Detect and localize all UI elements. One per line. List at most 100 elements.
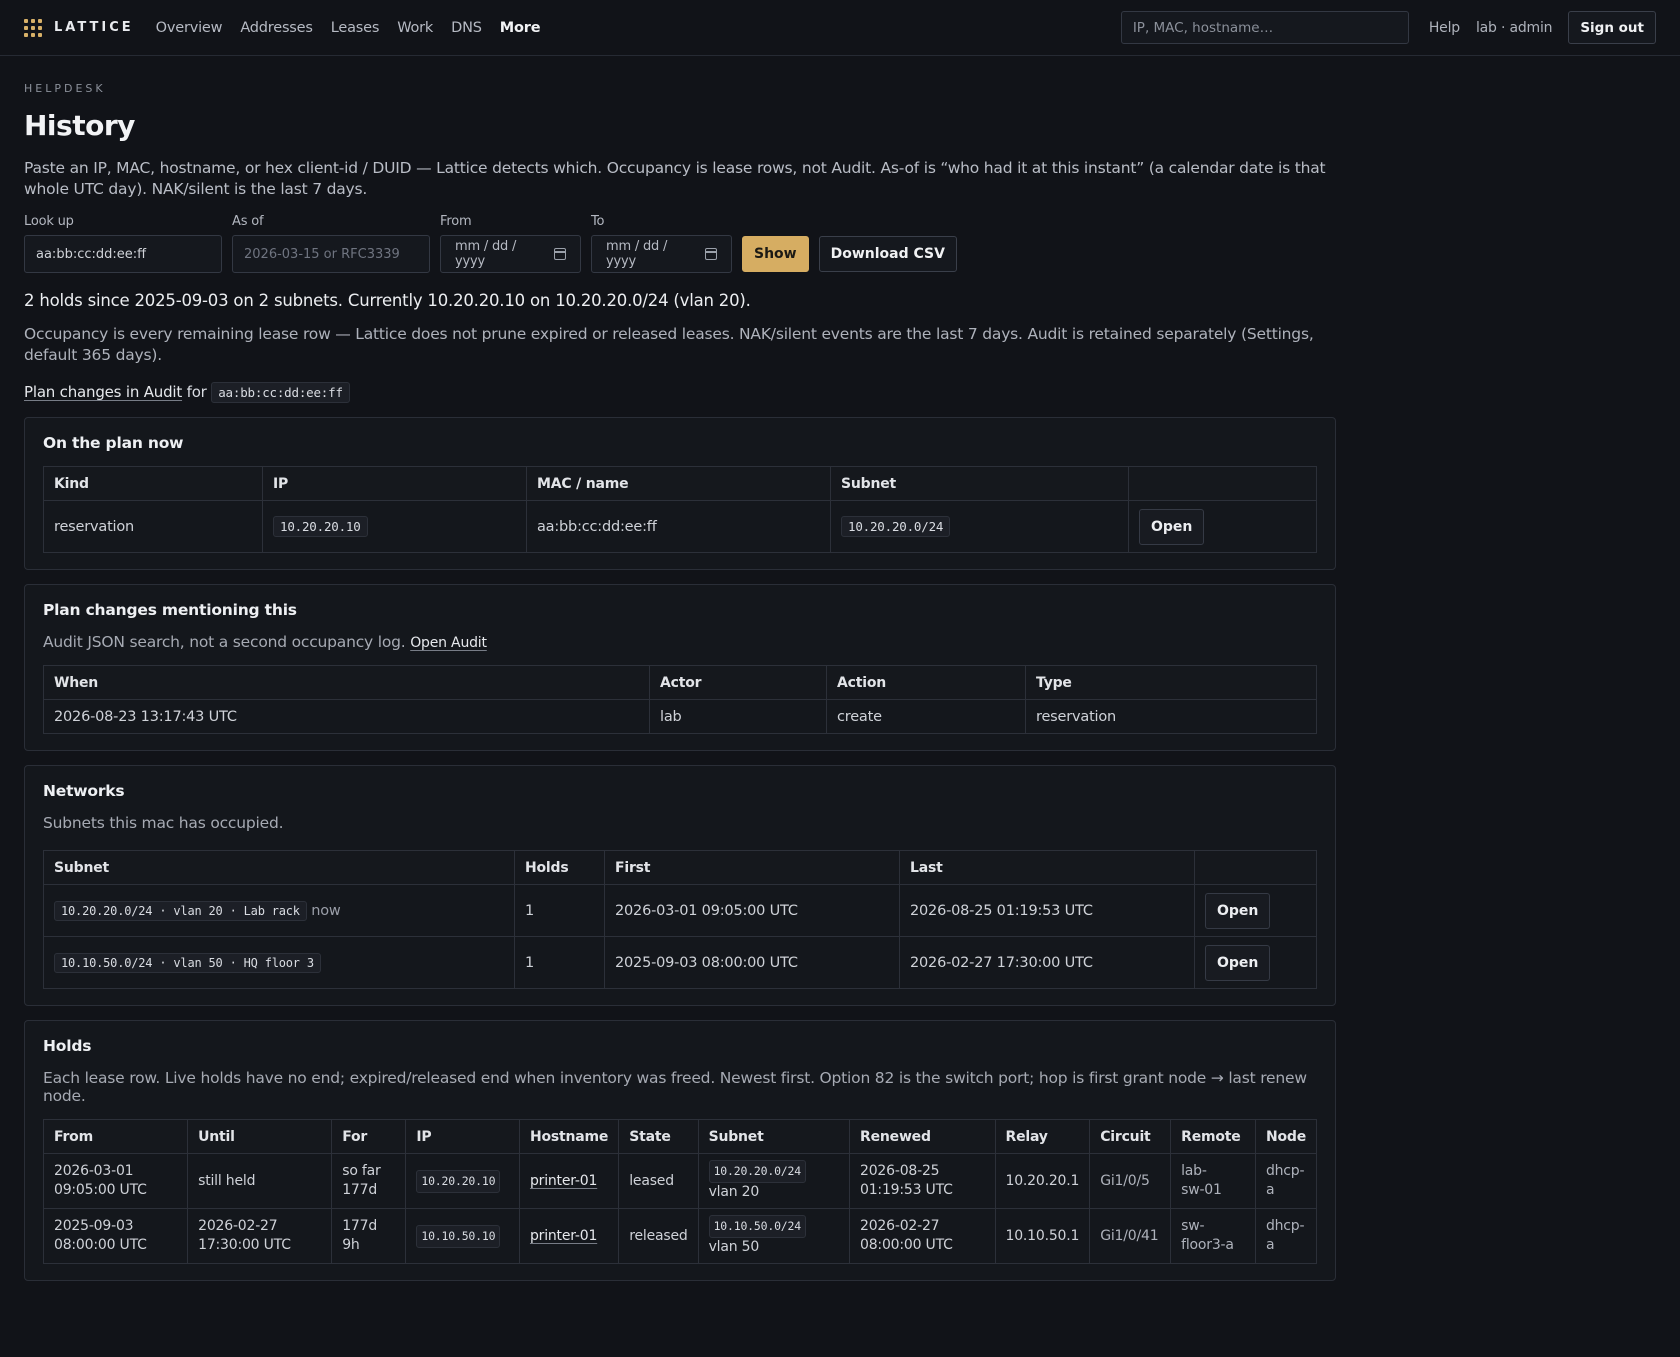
column-header: Action: [826, 665, 1026, 700]
from-group: From mm / dd / yyyy: [440, 214, 581, 273]
cell-action: create: [826, 699, 1026, 734]
nav-addresses[interactable]: Addresses: [240, 20, 313, 36]
column-header: Remote: [1170, 1119, 1256, 1154]
node-line1: dhcp-: [1265, 1218, 1305, 1234]
nav-leases[interactable]: Leases: [331, 20, 380, 36]
to-label: To: [591, 214, 605, 229]
lookup-form: Look up As of From mm / dd / yyyy To mm …: [24, 214, 1336, 273]
cell-type: reservation: [1025, 699, 1317, 734]
holds-table: From Until For IP Hostname State Subnet …: [42, 1119, 1318, 1264]
open-subnet-button[interactable]: Open: [1205, 892, 1271, 929]
vlan-label: vlan 20: [708, 1184, 760, 1200]
to-date-placeholder: mm / dd / yyyy: [606, 239, 668, 269]
show-button[interactable]: Show: [742, 236, 809, 272]
cell-action: Open: [1194, 884, 1317, 937]
asof-label: As of: [232, 214, 264, 229]
cell-renewed: 2026-02-27 08:00:00 UTC: [849, 1208, 996, 1264]
subnet-chip: 10.10.50.0/24: [708, 1215, 806, 1238]
cell-holds: 1: [514, 936, 605, 989]
remote-line1: sw-: [1181, 1218, 1205, 1234]
open-reservation-button[interactable]: Open: [1139, 508, 1205, 545]
column-header: Until: [187, 1119, 333, 1154]
brand[interactable]: LATTICE: [24, 18, 134, 37]
global-search-input[interactable]: [1120, 11, 1409, 44]
column-header: Subnet: [697, 1119, 851, 1154]
page-description: Paste an IP, MAC, hostname, or hex clien…: [24, 159, 1326, 198]
table-row: 10.10.50.0/24 · vlan 50 · HQ floor 3 1 2…: [43, 936, 1317, 989]
holds-card: Holds Each lease row. Live holds have no…: [24, 1020, 1336, 1281]
cell-state: released: [618, 1208, 699, 1264]
current-user: lab · admin: [1475, 19, 1553, 36]
cell-remote: lab-sw-01: [1170, 1153, 1256, 1209]
open-audit-link[interactable]: Open Audit: [410, 635, 487, 651]
nav-more[interactable]: More: [500, 20, 541, 36]
node-line1: dhcp-: [1265, 1163, 1305, 1179]
plan-now-card: On the plan now Kind IP MAC / name Subne…: [24, 417, 1336, 570]
from-date-input[interactable]: mm / dd / yyyy: [440, 235, 581, 273]
cell-hostname: printer-01: [518, 1153, 620, 1209]
cell-subnet: 10.10.50.0/24 vlan 50: [697, 1208, 851, 1264]
holds-subtitle: Each lease row. Live holds have no end; …: [43, 1069, 1307, 1105]
nav-work[interactable]: Work: [397, 20, 433, 36]
grid-logo-icon: [24, 18, 42, 37]
subnet-chip: 10.20.20.0/24 · vlan 20 · Lab rack: [54, 900, 307, 921]
cell-action: Open: [1194, 936, 1317, 989]
until-time: 17:30:00 UTC: [198, 1237, 291, 1253]
remote-line2: floor3-a: [1181, 1237, 1234, 1253]
cell-node: dhcp-a: [1254, 1208, 1318, 1264]
hostname-link[interactable]: printer-01: [530, 1228, 597, 1244]
cell-ip: 10.20.20.10: [405, 1153, 520, 1209]
renewed-date: 2026-08-25: [860, 1163, 940, 1179]
main-content: HELPDESK History Paste an IP, MAC, hostn…: [0, 82, 1360, 1281]
cell-relay: 10.20.20.1: [994, 1153, 1091, 1209]
for-line1: so far: [342, 1163, 381, 1179]
cell-renewed: 2026-08-25 01:19:53 UTC: [849, 1153, 996, 1209]
from-date-placeholder: mm / dd / yyyy: [455, 239, 517, 269]
main-nav: Overview Addresses Leases Work DNS More: [156, 20, 559, 36]
cell-from: 2025-09-03 08:00:00 UTC: [42, 1208, 189, 1264]
networks-title: Networks: [43, 782, 125, 800]
table-header-row: Subnet Holds First Last: [43, 850, 1317, 885]
renewed-time: 08:00:00 UTC: [860, 1237, 953, 1253]
calendar-icon[interactable]: [554, 248, 566, 260]
column-header: Kind: [43, 466, 263, 501]
to-date-input[interactable]: mm / dd / yyyy: [591, 235, 732, 273]
column-header: Actor: [649, 665, 827, 700]
download-csv-button[interactable]: Download CSV: [818, 236, 957, 272]
column-header: Subnet: [830, 466, 1129, 501]
table-row: 2026-03-01 09:05:00 UTC still held so far…: [42, 1153, 1318, 1209]
table-header-row: When Actor Action Type: [43, 665, 1317, 700]
from-time: 09:05:00 UTC: [54, 1182, 147, 1198]
asof-input[interactable]: [232, 235, 430, 273]
to-group: To mm / dd / yyyy: [591, 214, 732, 273]
column-header: IP: [405, 1119, 520, 1154]
top-bar: LATTICE Overview Addresses Leases Work D…: [0, 0, 1680, 56]
column-header: Relay: [994, 1119, 1091, 1154]
plan-changes-for: for: [186, 383, 207, 401]
help-link[interactable]: Help: [1429, 20, 1460, 36]
networks-subtitle: Subnets this mac has occupied.: [43, 814, 284, 832]
vlan-label: vlan 50: [708, 1239, 760, 1255]
nav-overview[interactable]: Overview: [156, 20, 223, 36]
top-right: Help lab · admin Sign out: [1120, 11, 1656, 44]
from-date: 2025-09-03: [54, 1218, 134, 1234]
subnet-chip: 10.20.20.0/24: [708, 1160, 806, 1183]
calendar-icon[interactable]: [705, 248, 717, 260]
cell-holds: 1: [514, 884, 605, 937]
from-time: 08:00:00 UTC: [54, 1237, 147, 1253]
cell-until: still held: [187, 1153, 333, 1209]
sign-out-button[interactable]: Sign out: [1568, 11, 1656, 44]
cell-when: 2026-08-23 13:17:43 UTC: [43, 699, 650, 734]
plan-changes-audit-link[interactable]: Plan changes in Audit: [24, 383, 182, 401]
cell-subnet: 10.20.20.0/24: [830, 500, 1129, 553]
column-header: From: [42, 1119, 189, 1154]
nav-dns[interactable]: DNS: [451, 20, 482, 36]
plan-changes-card: Plan changes mentioning this Audit JSON …: [24, 584, 1336, 751]
column-header: Subnet: [43, 850, 515, 885]
lookup-input[interactable]: [24, 235, 222, 273]
ip-chip: 10.20.20.10: [416, 1169, 501, 1193]
open-subnet-button[interactable]: Open: [1205, 944, 1271, 981]
column-header: [1128, 466, 1317, 501]
from-date: 2026-03-01: [54, 1163, 134, 1179]
hostname-link[interactable]: printer-01: [530, 1173, 597, 1189]
